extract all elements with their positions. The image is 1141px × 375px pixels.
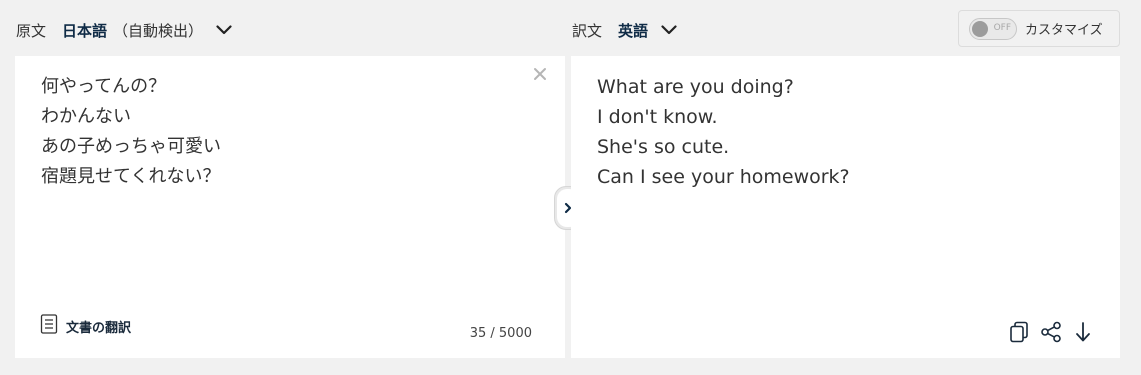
copy-icon[interactable]: [1008, 320, 1030, 344]
chevron-down-icon[interactable]: [660, 21, 678, 39]
toggle-state-label: OFF: [993, 22, 1011, 33]
character-count: 35 / 5000: [469, 326, 532, 341]
source-line: あの子めっちゃ可愛い: [41, 136, 221, 157]
document-translate-button[interactable]: 文書の翻訳: [40, 314, 131, 338]
customize-label: カスタマイズ: [1025, 23, 1103, 38]
source-text-area[interactable]: 何やってんの？ わかんない あの子めっちゃ可愛い 宿題見せてくれない？: [41, 72, 221, 192]
source-language-selector[interactable]: 日本語: [62, 20, 107, 41]
source-line: 何やってんの？: [41, 76, 167, 97]
target-line: She's so cute.: [597, 136, 730, 158]
target-text-panel: What are you doing? I don't know. She's …: [571, 56, 1120, 358]
translation-actions: [1008, 320, 1094, 344]
customize-toggle[interactable]: OFF: [969, 17, 1017, 40]
chevron-down-icon[interactable]: [215, 21, 233, 39]
target-line: What are you doing?: [597, 76, 794, 98]
target-line: I don't know.: [597, 106, 718, 128]
auto-detect-label[interactable]: （自動検出）: [113, 20, 203, 41]
toggle-knob: [972, 20, 988, 37]
target-caption: 訳文: [572, 21, 603, 40]
source-line: わかんない: [41, 106, 131, 127]
target-line: Can I see your homework?: [597, 166, 850, 188]
source-text-panel[interactable]: 何やってんの？ わかんない あの子めっちゃ可愛い 宿題見せてくれない？ 文書の翻…: [15, 56, 565, 358]
source-line: 宿題見せてくれない？: [41, 166, 221, 187]
customize-button[interactable]: OFF カスタマイズ: [958, 10, 1120, 47]
close-icon[interactable]: [531, 65, 549, 83]
share-icon[interactable]: [1040, 320, 1062, 344]
source-caption: 原文: [16, 21, 47, 40]
document-translate-label: 文書の翻訳: [66, 320, 132, 336]
target-language-bar: 訳文 英語: [572, 10, 678, 50]
document-icon: [40, 314, 58, 338]
target-language-selector[interactable]: 英語: [618, 20, 648, 41]
arrow-down-icon[interactable]: [1072, 320, 1094, 344]
translation-output: What are you doing? I don't know. She's …: [597, 72, 850, 192]
source-language-bar: 原文 日本語 （自動検出）: [16, 10, 233, 50]
